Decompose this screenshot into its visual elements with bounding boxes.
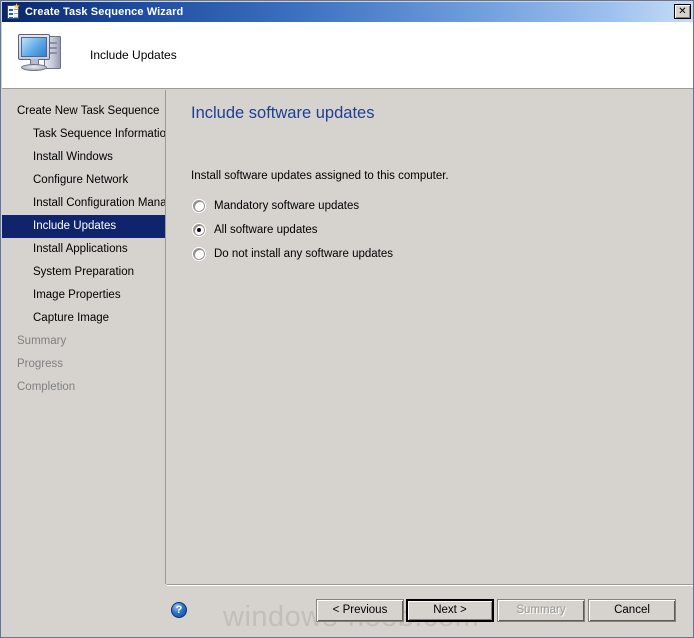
- sidebar-item-task-sequence-information[interactable]: Task Sequence Information: [2, 123, 165, 146]
- sidebar-item-create-new-task-sequence[interactable]: Create New Task Sequence: [2, 100, 165, 123]
- sidebar-item-summary: Summary: [17, 335, 67, 347]
- radio-button-do-not-install-any-software-updates[interactable]: [193, 248, 205, 260]
- next-button[interactable]: Next >: [406, 599, 494, 622]
- help-icon[interactable]: ?: [171, 602, 187, 618]
- sidebar-item-capture-image[interactable]: Capture Image: [2, 307, 165, 330]
- radio-label-all-software-updates: All software updates: [214, 224, 318, 236]
- radio-button-all-software-updates[interactable]: [193, 224, 205, 236]
- task-sequence-clipboard-icon: [5, 3, 21, 20]
- radio-label-mandatory-software-updates: Mandatory software updates: [214, 200, 360, 212]
- radio-button-mandatory-software-updates[interactable]: [193, 200, 205, 212]
- sidebar-item-install-configuration-manag[interactable]: Install Configuration Manag: [2, 192, 165, 215]
- sidebar-item-configure-network[interactable]: Configure Network: [2, 169, 165, 192]
- radio-option-mandatory-software-updates[interactable]: Mandatory software updates: [193, 200, 359, 212]
- wizard-header: Include Updates: [2, 22, 693, 89]
- page-title: Include software updates: [191, 104, 375, 122]
- wizard-step-sidebar: Create New Task Sequence Task Sequence In…: [2, 90, 166, 584]
- previous-button[interactable]: < Previous: [316, 599, 404, 622]
- sidebar-footer-filler: [2, 585, 167, 637]
- radio-option-do-not-install-any-software-updates[interactable]: Do not install any software updates: [193, 248, 393, 260]
- summary-button: Summary: [497, 599, 585, 622]
- computer-monitor-icon: [16, 30, 74, 80]
- sidebar-item-install-applications[interactable]: Install Applications: [2, 238, 165, 261]
- sidebar-item-include-updates[interactable]: Include Updates: [2, 215, 165, 238]
- cancel-button[interactable]: Cancel: [588, 599, 676, 622]
- page-description: Install software updates assigned to thi…: [191, 170, 449, 182]
- sidebar-item-install-windows[interactable]: Install Windows: [2, 146, 165, 169]
- radio-option-all-software-updates[interactable]: All software updates: [193, 224, 318, 236]
- sidebar-item-completion: Completion: [17, 381, 76, 393]
- radio-label-do-not-install-any-software-updates: Do not install any software updates: [214, 248, 393, 260]
- window-title: Create Task Sequence Wizard: [25, 6, 184, 18]
- sidebar-item-system-preparation[interactable]: System Preparation: [2, 261, 165, 284]
- wizard-page-title: Include Updates: [90, 48, 177, 62]
- wizard-content-panel: Include software updates Install softwar…: [167, 90, 693, 584]
- sidebar-item-image-properties[interactable]: Image Properties: [2, 284, 165, 307]
- close-icon[interactable]: ✕: [674, 4, 691, 19]
- sidebar-item-progress: Progress: [17, 358, 64, 370]
- title-bar: Create Task Sequence Wizard ✕: [2, 2, 693, 22]
- wizard-step-list: Create New Task Sequence Task Sequence In…: [2, 90, 165, 399]
- create-task-sequence-wizard-window: Create Task Sequence Wizard ✕ Include Up…: [0, 0, 694, 638]
